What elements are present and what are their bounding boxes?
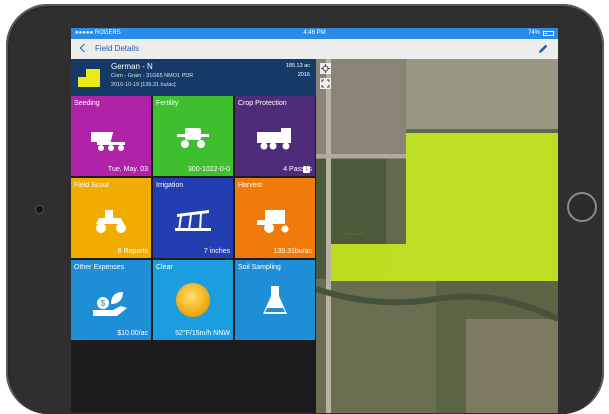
tile-value: $10.00/ac — [117, 330, 148, 337]
tile-value: 7 inches — [203, 248, 230, 255]
tablet-device: ●●●●● ROGERS 4:46 PM 74% Field Details G… — [0, 0, 609, 414]
tile-other-expenses[interactable]: Other Expenses $ $10.00/ac — [71, 260, 151, 340]
sprayer-icon — [177, 128, 209, 148]
tile-title: Clear — [156, 264, 173, 271]
tile-value: 8 Reports — [117, 248, 148, 255]
tile-harvest[interactable]: Harvest 139.31bu/ac — [235, 178, 315, 258]
tile-title: Crop Protection — [238, 100, 287, 107]
tile-title: Field Scout — [74, 182, 110, 189]
app-screen: ●●●●● ROGERS 4:46 PM 74% Field Details G… — [71, 28, 558, 413]
back-button[interactable]: Field Details — [79, 42, 159, 56]
locate-icon[interactable] — [320, 63, 331, 74]
tile-crop-protection[interactable]: Crop Protection 14 Passes — [235, 96, 315, 176]
field-crop: Corn - Grain - 31G65 NMO1 PDR — [111, 73, 194, 79]
camera-icon — [36, 206, 43, 213]
money-plant-icon: $ — [93, 292, 127, 316]
tile-title: Seeding — [74, 100, 100, 107]
tile-title: Irrigation — [156, 182, 184, 189]
flask-icon — [263, 286, 287, 314]
spreader-icon — [257, 128, 291, 150]
field-shape-icon — [78, 69, 100, 87]
battery-label: 74% — [527, 30, 540, 36]
tile-soil-sampling[interactable]: Soil Sampling — [235, 260, 315, 340]
planter-icon — [91, 132, 125, 151]
combine-icon — [257, 210, 289, 233]
tile-value: 139.31bu/ac — [273, 248, 312, 255]
pivot-irrigation-icon — [175, 210, 211, 231]
chevron-left-icon — [79, 43, 89, 53]
atv-icon — [96, 210, 126, 233]
tile-value: Tue. May. 03 — [107, 166, 148, 173]
tile-seeding[interactable]: Seeding Tue. May. 03 — [71, 96, 151, 176]
tile-grid: Seeding Tue. May. 03 Fertility 300-1022-… — [71, 96, 316, 340]
tile-weather[interactable]: Clear 52°F/15m/h NNW — [153, 260, 233, 340]
field-panel: German - N Corn - Grain - 31G65 NMO1 PDR… — [71, 59, 316, 413]
tile-fertility[interactable]: Fertility 300-1022-0-0 — [153, 96, 233, 176]
svg-text:$: $ — [101, 299, 106, 308]
field-year: 2016 — [297, 72, 310, 78]
status-bar: ●●●●● ROGERS 4:46 PM 74% — [71, 28, 558, 39]
tile-value: 52°F/15m/h NNW — [175, 330, 230, 337]
tile-value: 300-1022-0-0 — [187, 166, 230, 173]
field-header[interactable]: German - N Corn - Grain - 31G65 NMO1 PDR… — [71, 59, 316, 96]
field-date: 2016-10-19 [139.31 bu/ac] — [111, 82, 176, 88]
tile-title: Soil Sampling — [238, 264, 281, 271]
navigation-bar: Field Details — [71, 39, 558, 60]
back-button-label: Field Details — [95, 44, 140, 53]
tile-title: Harvest — [238, 182, 263, 189]
field-name: German - N — [111, 62, 153, 71]
satellite-map[interactable] — [316, 59, 558, 413]
tile-title: Fertility — [156, 100, 179, 107]
fullscreen-icon[interactable] — [320, 78, 331, 89]
battery-icon — [543, 31, 554, 36]
sun-icon — [176, 283, 210, 317]
edit-pencil-icon[interactable] — [536, 42, 550, 56]
map-controls — [320, 63, 331, 91]
field-acres: 185.13 ac — [285, 63, 310, 69]
home-button[interactable] — [567, 192, 597, 222]
tile-irrigation[interactable]: Irrigation 7 inches — [153, 178, 233, 258]
tile-title: Other Expenses — [74, 264, 125, 271]
tile-value: 14 Passes — [238, 165, 312, 173]
tile-field-scout[interactable]: Field Scout 8 Reports — [71, 178, 151, 258]
clock-label: 4:46 PM — [303, 30, 326, 36]
pass-count-label: 4 Passes — [283, 166, 312, 173]
